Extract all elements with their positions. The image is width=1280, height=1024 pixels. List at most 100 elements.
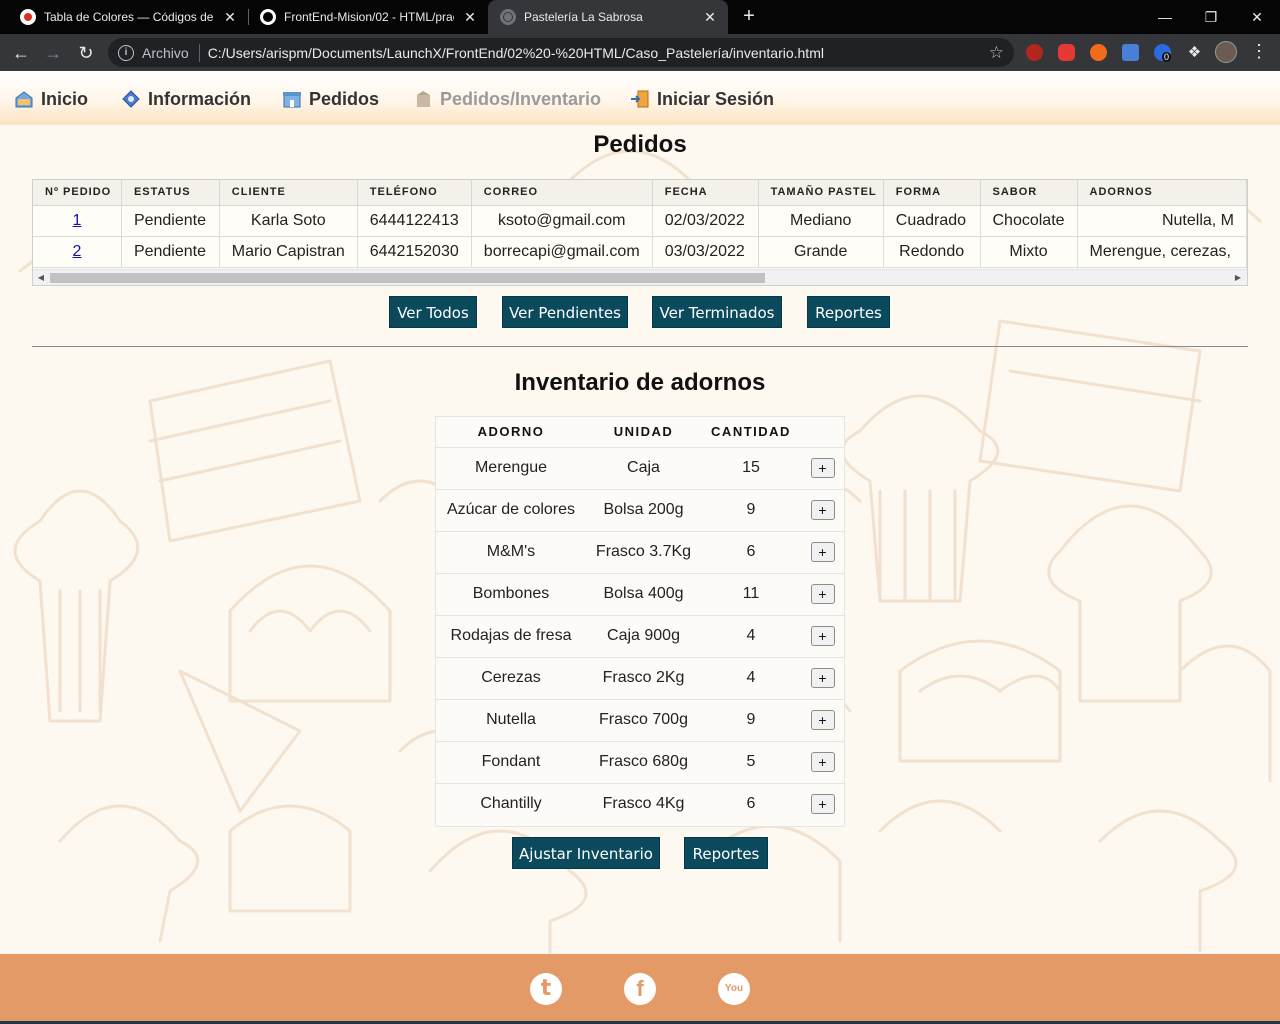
item-name-cell: Bombones <box>436 572 586 615</box>
decorations-cell: Merengue, cerezas, <box>1077 236 1247 268</box>
store-icon <box>282 89 302 109</box>
column-header: SABOR <box>980 180 1078 206</box>
close-window-icon[interactable]: ✕ <box>1234 0 1280 34</box>
site-info-icon[interactable]: i <box>118 44 134 61</box>
column-header: ADORNO <box>477 424 545 440</box>
column-header: CORREO <box>471 180 653 206</box>
add-quantity-button[interactable]: + <box>810 794 835 815</box>
url-text[interactable]: C:/Users/arispm/Documents/LaunchX/FrontE… <box>208 45 989 61</box>
client-cell: Karla Soto <box>219 205 358 237</box>
size-cell: Grande <box>758 236 884 268</box>
table-row: Fondant Frasco 680g 5 + <box>436 740 844 783</box>
order-link[interactable]: 1 <box>73 212 82 229</box>
column-header-empty <box>801 417 844 447</box>
scrollbar-thumb[interactable] <box>50 273 765 283</box>
orders-reports-button[interactable]: Reportes <box>807 296 890 328</box>
close-tab-icon[interactable]: ✕ <box>462 9 478 26</box>
browser-tab-3-active[interactable]: Pastelería La Sabrosa ✕ <box>488 0 728 34</box>
nav-informacion[interactable]: Información <box>121 87 251 111</box>
translate-extension-icon[interactable] <box>1122 44 1139 61</box>
table-row: M&M's Frasco 3.7Kg 6 + <box>436 530 844 573</box>
add-quantity-button[interactable]: + <box>810 668 835 688</box>
forward-icon[interactable]: → <box>40 40 66 66</box>
nav-label: Pedidos/Inventario <box>440 88 602 109</box>
column-header: ESTATUS <box>121 180 220 206</box>
orders-table: Nº PEDIDO ESTATUS CLIENTE TELÉFONO CORRE… <box>33 180 1247 268</box>
quantity-cell: 9 <box>701 698 801 741</box>
page-viewport: Inicio Información Pedidos Pedidos/Inven… <box>0 71 1280 1024</box>
nav-inicio[interactable]: Inicio <box>14 87 88 111</box>
add-quantity-button[interactable]: + <box>810 584 835 604</box>
item-name-cell: Fondant <box>436 740 586 783</box>
profile-avatar[interactable] <box>1215 41 1237 63</box>
item-name-cell: Chantilly <box>436 782 586 825</box>
nav-iniciar-sesion[interactable]: Iniciar Sesión <box>630 87 774 111</box>
column-header: CANTIDAD <box>711 424 791 440</box>
inventory-table: ADORNO UNIDAD CANTIDAD Merengue Caja 15 … <box>436 417 844 825</box>
flavor-cell: Chocolate <box>980 205 1078 237</box>
add-quantity-button[interactable]: + <box>810 752 835 772</box>
back-icon[interactable]: ← <box>8 40 34 66</box>
add-quantity-button[interactable]: + <box>810 500 835 520</box>
add-quantity-button[interactable]: + <box>810 542 835 562</box>
password-extension-icon[interactable]: 0 <box>1154 44 1172 62</box>
bookmark-star-icon[interactable]: ☆ <box>989 43 1004 63</box>
facebook-icon[interactable]: f <box>624 973 656 1005</box>
nav-pedidos-inventario[interactable]: Pedidos/Inventario <box>413 87 601 111</box>
column-header: TELÉFONO <box>357 180 472 206</box>
browser-menu-icon[interactable]: ⋮ <box>1250 40 1268 62</box>
youtube-icon[interactable]: You <box>718 973 750 1005</box>
puzzle-extensions-icon[interactable]: ❖ <box>1186 44 1203 61</box>
scroll-right-arrow-icon[interactable]: ▶ <box>1231 271 1245 285</box>
horizontal-scrollbar[interactable]: ◀ ▶ <box>33 269 1247 285</box>
close-tab-icon[interactable]: ✕ <box>702 9 718 26</box>
order-number-cell: 2 <box>33 236 122 268</box>
package-icon <box>413 89 433 109</box>
site-footer: t f You <box>0 954 1280 1024</box>
item-name-cell: Merengue <box>436 446 586 489</box>
adjust-inventory-button[interactable]: Ajustar Inventario <box>512 837 660 869</box>
table-row: Merengue Caja 15 + <box>436 446 844 489</box>
twitter-icon[interactable]: t <box>530 973 562 1005</box>
order-link[interactable]: 2 <box>73 243 82 260</box>
restore-icon[interactable]: ❐ <box>1188 0 1234 34</box>
shape-cell: Redondo <box>883 236 981 268</box>
column-header: FECHA <box>652 180 759 206</box>
order-number-cell: 1 <box>33 205 122 237</box>
column-header: TAMAÑO PASTEL <box>758 180 884 206</box>
inventory-reports-button[interactable]: Reportes <box>684 837 768 869</box>
ublock-extension-icon[interactable] <box>1026 44 1043 61</box>
orders-title: Pedidos <box>593 131 687 158</box>
view-finished-button[interactable]: Ver Terminados <box>652 296 782 328</box>
phone-cell: 6442152030 <box>357 236 472 268</box>
add-cell: + <box>801 698 844 741</box>
column-header: FORMA <box>883 180 981 206</box>
add-quantity-button[interactable]: + <box>810 458 835 478</box>
reload-icon[interactable]: ↻ <box>73 40 99 66</box>
quantity-cell: 6 <box>701 530 801 573</box>
close-tab-icon[interactable]: ✕ <box>222 9 238 26</box>
address-bar[interactable]: i Archivo C:/Users/arispm/Documents/Laun… <box>108 38 1014 67</box>
minimize-icon[interactable]: — <box>1142 0 1188 34</box>
browser-tab-1[interactable]: Tabla de Colores — Códigos de C ✕ <box>8 0 248 34</box>
metamask-extension-icon[interactable] <box>1090 44 1107 61</box>
new-tab-icon[interactable]: + <box>738 5 760 27</box>
nav-pedidos[interactable]: Pedidos <box>282 87 379 111</box>
info-diamond-icon <box>121 89 141 109</box>
video-extension-icon[interactable] <box>1058 44 1075 61</box>
tab-title: FrontEnd-Mision/02 - HTML/prac <box>284 10 454 24</box>
quantity-cell: 4 <box>701 656 801 699</box>
scroll-left-arrow-icon[interactable]: ◀ <box>34 271 48 285</box>
item-name-cell: Rodajas de fresa <box>436 614 586 657</box>
add-quantity-button[interactable]: + <box>810 710 835 730</box>
view-pending-button[interactable]: Ver Pendientes <box>502 296 628 328</box>
add-quantity-button[interactable]: + <box>810 626 835 646</box>
add-cell: + <box>801 614 844 657</box>
decorations-cell: Nutella, M <box>1077 205 1247 237</box>
tab-title: Tabla de Colores — Códigos de C <box>44 10 214 24</box>
view-all-button[interactable]: Ver Todos <box>389 296 477 328</box>
quantity-cell: 11 <box>701 572 801 615</box>
browser-tab-2[interactable]: FrontEnd-Mision/02 - HTML/prac ✕ <box>248 0 488 34</box>
column-header: Nº PEDIDO <box>33 180 122 206</box>
date-cell: 03/03/2022 <box>652 236 759 268</box>
